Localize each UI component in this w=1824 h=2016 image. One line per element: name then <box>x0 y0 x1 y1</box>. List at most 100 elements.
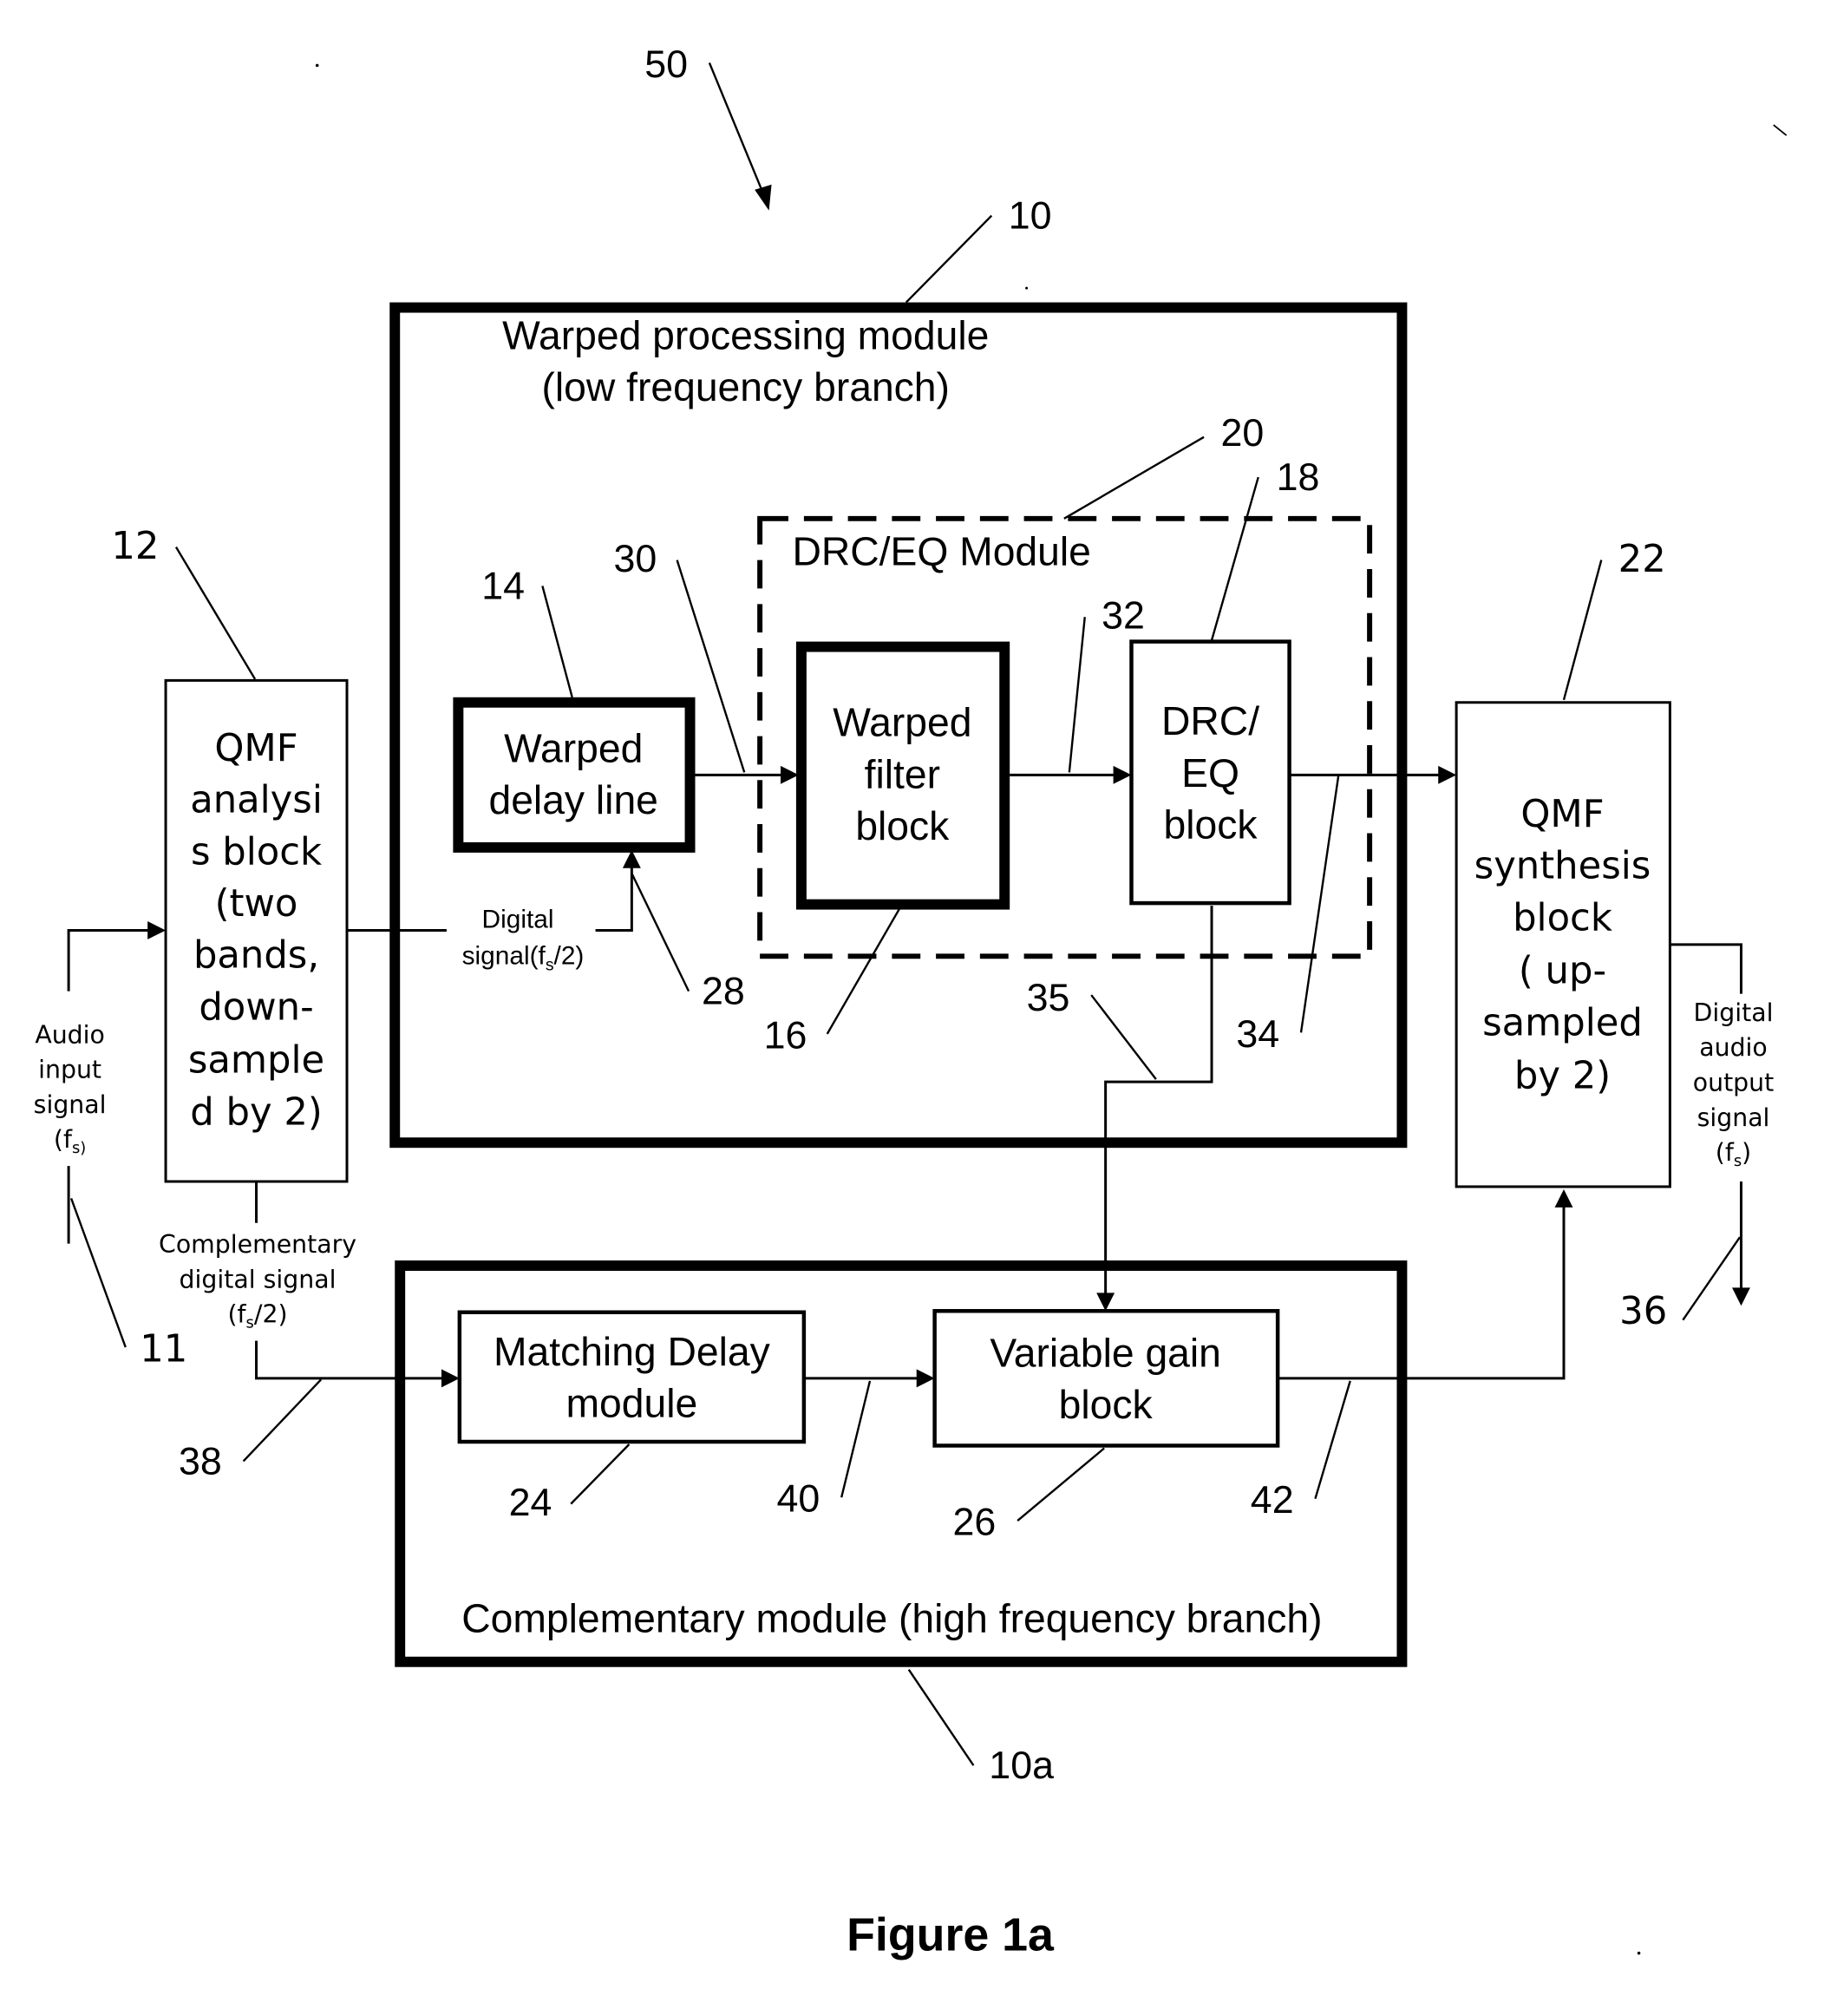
ref-label-26: 26 <box>953 1500 997 1543</box>
figure-caption: Figure 1a <box>847 1909 1055 1961</box>
complementary-signal-wire-b <box>255 1340 444 1380</box>
gain-control-arrow-icon <box>1096 1293 1115 1312</box>
ref-label-10a: 10a <box>989 1744 1054 1787</box>
output-arrow-icon <box>1732 1287 1750 1306</box>
ref-leader-38 <box>242 1378 323 1463</box>
qmf-synthesis-line: block <box>1513 896 1612 939</box>
gain-control-wire <box>1104 906 1213 1296</box>
scan-speck <box>315 63 319 68</box>
ref-label-40: 40 <box>777 1477 820 1521</box>
delay-to-gain-arrow-icon <box>916 1369 935 1388</box>
ref-leader-20 <box>1063 435 1205 520</box>
qmf-synthesis-block <box>1455 701 1671 1188</box>
ref-leader-22 <box>1562 560 1603 701</box>
ref-leader-10 <box>905 214 993 304</box>
drc-eq-module-title: DRC/EQ Module <box>792 529 1090 574</box>
matching-delay-label-1: Matching Delay <box>494 1329 771 1374</box>
complementary-signal-arrow-icon <box>441 1369 460 1388</box>
scan-speck <box>1637 1951 1641 1955</box>
qmf-analysis-line: QMF <box>214 727 297 770</box>
gain-to-synthesis-wire <box>1278 1204 1566 1380</box>
delay-to-filter-arrow-icon <box>781 765 799 784</box>
audio-input-arrow-icon <box>147 920 167 939</box>
ref-label-16: 16 <box>764 1013 807 1057</box>
audio-input-label-line: input <box>38 1056 101 1084</box>
ref-label-22: 22 <box>1618 538 1666 581</box>
drc-eq-block-label-2: EQ <box>1181 750 1239 795</box>
ref-leader-36 <box>1682 1236 1741 1321</box>
variable-gain-label-2: block <box>1059 1382 1154 1427</box>
ref-leader-42 <box>1314 1380 1351 1500</box>
qmf-analysis-label: QMF analysi s block (two bands, down- sa… <box>188 727 324 1134</box>
warped-module-title-line2: (low frequency branch) <box>541 364 949 409</box>
warped-filter-label-2: filter <box>865 751 940 796</box>
qmf-analysis-line: bands, <box>193 934 319 978</box>
ref-arrow-50-icon <box>755 184 772 211</box>
qmf-analysis-line: (two <box>215 882 298 926</box>
ref-label-34: 34 <box>1236 1012 1279 1056</box>
output-rate: (fs) <box>1716 1138 1751 1170</box>
ref-leader-35 <box>1090 994 1157 1080</box>
qmf-synthesis-line: synthesis <box>1474 845 1651 888</box>
warped-delay-line-block <box>453 697 696 853</box>
ref-leader-50 <box>708 62 765 196</box>
ref-label-28: 28 <box>702 970 745 1013</box>
qmf-analysis-line: down- <box>199 985 313 1029</box>
output-wire-a <box>1670 943 1742 994</box>
ref-label-18: 18 <box>1277 455 1320 499</box>
block-diagram: 50 Warped processing module (low frequen… <box>34 43 1788 1961</box>
audio-input-rate: (fs) <box>54 1125 86 1157</box>
warped-module-title-line1: Warped processing module <box>502 312 989 357</box>
ref-leader-32 <box>1068 617 1086 773</box>
ref-label-38: 38 <box>179 1439 222 1483</box>
ref-label-36: 36 <box>1619 1290 1667 1333</box>
qmf-analysis-line: sample <box>188 1039 324 1083</box>
scan-speck <box>1773 124 1788 136</box>
complementary-module-title: Complementary module (high frequency bra… <box>461 1595 1322 1640</box>
ref-leader-40 <box>840 1380 872 1498</box>
drc-to-synthesis-arrow-icon <box>1438 765 1457 784</box>
complementary-signal-rate: (fs/2) <box>228 1300 288 1332</box>
ref-leader-24 <box>570 1443 631 1505</box>
ref-label-50: 50 <box>644 43 688 86</box>
complementary-signal-label: Complementary digital signal (fs/2) <box>159 1230 356 1332</box>
qmf-synthesis-line: ( up- <box>1519 950 1606 993</box>
ref-leader-11 <box>69 1197 127 1348</box>
digital-signal-label-1: Digital <box>482 905 554 933</box>
digital-audio-output-label: Digital audio output signal (fs) <box>1693 998 1775 1170</box>
digital-signal-arrow-icon <box>622 849 641 868</box>
ref-label-30: 30 <box>613 537 657 580</box>
ref-leader-26 <box>1017 1447 1105 1522</box>
qmf-synthesis-line: sampled <box>1482 1001 1643 1044</box>
warped-delay-line-label-2: delay line <box>488 777 657 822</box>
ref-label-24: 24 <box>509 1481 552 1524</box>
drc-eq-block-label-1: DRC/ <box>1161 698 1259 743</box>
ref-label-35: 35 <box>1027 976 1070 1019</box>
ref-label-42: 42 <box>1251 1478 1294 1522</box>
qmf-synthesis-line: by 2) <box>1514 1055 1611 1098</box>
complementary-signal-label-line: Complementary <box>159 1230 356 1259</box>
qmf-synthesis-line: QMF <box>1520 793 1604 836</box>
digital-signal-label-2: signal(fs/2) <box>462 941 585 974</box>
warped-filter-label-1: Warped <box>833 700 971 745</box>
output-label-line: Digital <box>1694 998 1774 1027</box>
audio-input-label-line: signal <box>34 1090 107 1119</box>
output-label-line: signal <box>1697 1103 1770 1132</box>
output-label-line: output <box>1693 1069 1775 1097</box>
warped-filter-label-3: block <box>855 803 950 848</box>
complementary-signal-label-line: digital signal <box>180 1265 337 1293</box>
ref-leader-10a <box>907 1669 975 1766</box>
ref-leader-14 <box>541 586 573 698</box>
ref-label-12: 12 <box>111 525 159 568</box>
ref-leader-28 <box>631 873 690 992</box>
ref-label-11: 11 <box>140 1327 187 1371</box>
audio-input-label-line: Audio <box>35 1020 105 1049</box>
qmf-analysis-line: s block <box>191 830 322 874</box>
ref-label-20: 20 <box>1220 411 1264 455</box>
warped-delay-line-label-1: Warped <box>504 725 643 770</box>
ref-leader-16 <box>826 907 901 1035</box>
audio-input-wire <box>67 928 151 992</box>
scan-speck <box>1025 286 1029 290</box>
ref-label-14: 14 <box>481 564 525 607</box>
ref-leader-18 <box>1210 476 1259 641</box>
